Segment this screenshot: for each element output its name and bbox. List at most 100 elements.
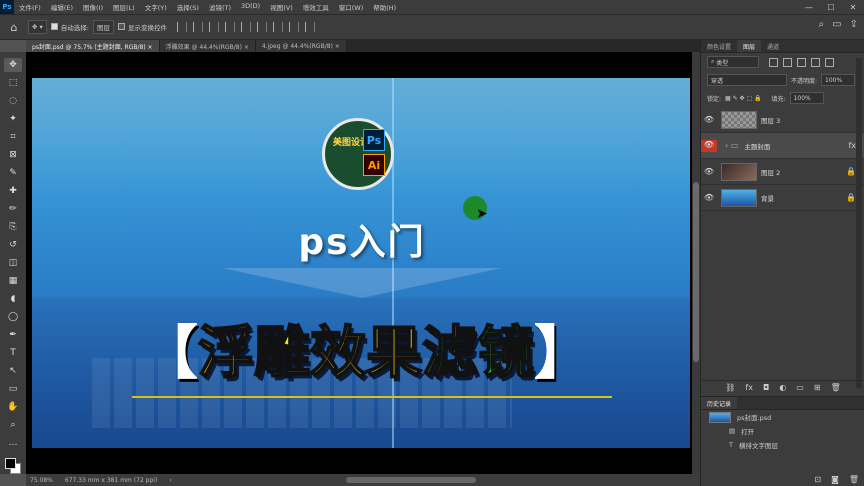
menu-item[interactable]: 选择(S) [172, 2, 204, 12]
menu-item[interactable]: 3D(D) [236, 2, 265, 12]
menu-item[interactable]: 增效工具 [298, 2, 334, 12]
workspace-icon[interactable]: ▭ [832, 19, 841, 30]
eye-icon[interactable]: 👁 [701, 193, 717, 202]
close-button[interactable]: ✕ [842, 0, 864, 14]
blur-icon[interactable]: ◖ [4, 292, 22, 306]
document-tab[interactable]: 4.jpeg @ 44.4%(RGB/8) × [255, 40, 347, 52]
menu-item[interactable]: 文件(F) [14, 2, 46, 12]
align-right-icon[interactable] [208, 22, 219, 32]
share-icon[interactable]: ⇪ [850, 19, 858, 30]
fx-icon[interactable]: fx [745, 383, 753, 392]
shape-icon[interactable]: ▭ [4, 382, 22, 396]
adjustment-filter-icon[interactable] [783, 57, 792, 67]
distribute-icon[interactable] [224, 22, 235, 32]
lasso-icon[interactable]: ◌ [4, 94, 22, 108]
dodge-icon[interactable]: ◯ [4, 310, 22, 324]
scrollbar-thumb[interactable] [693, 182, 699, 362]
eye-icon[interactable]: 👁 [701, 167, 717, 176]
distribute-vertical-icon[interactable] [288, 22, 299, 32]
menu-item[interactable]: 图层(L) [108, 2, 140, 12]
layer-kind-filter[interactable]: ⌕ 类型 [707, 56, 759, 68]
layer-row[interactable]: 👁 图层 2 🔒 [701, 159, 864, 185]
opacity-field[interactable]: 100% [821, 74, 856, 86]
search-icon[interactable]: ⌕ [819, 19, 825, 30]
canvas-vertical-scrollbar[interactable] [692, 52, 700, 474]
align-center-icon[interactable] [192, 22, 203, 32]
layer-name[interactable]: 图层 2 [761, 167, 780, 177]
more-icon[interactable]: … [4, 436, 22, 450]
path-select-icon[interactable]: ↖ [4, 364, 22, 378]
move-icon[interactable]: ✥ [4, 58, 22, 72]
layer-row[interactable]: 👁 图层 3 [701, 107, 864, 133]
blend-mode-dropdown[interactable]: 穿透 [707, 74, 787, 86]
layer-name[interactable]: 主题封面 [744, 141, 770, 151]
zoom-level[interactable]: 75.08% [30, 477, 53, 484]
frame-icon[interactable]: ⊠ [4, 148, 22, 162]
history-item[interactable]: ps封面.psd [701, 410, 864, 424]
magic-wand-icon[interactable]: ✦ [4, 112, 22, 126]
panel-tab[interactable]: 图层 [737, 40, 762, 52]
trash-icon[interactable]: 🗑 [849, 475, 859, 484]
history-item[interactable]: ▤ 打开 [701, 424, 864, 438]
menu-item[interactable]: 文字(Y) [140, 2, 172, 12]
marquee-icon[interactable]: ⬚ [4, 76, 22, 90]
menu-item[interactable]: 滤镜(T) [204, 2, 236, 12]
document-tab[interactable]: 浮雕效果 @ 44.4%(RGB/8) × [159, 40, 256, 52]
mask-icon[interactable]: ◘ [763, 383, 769, 392]
align-top-icon[interactable] [240, 22, 251, 32]
crop-icon[interactable]: ⌗ [4, 130, 22, 144]
minimize-button[interactable]: — [798, 0, 820, 14]
history-item[interactable]: T 横排文字图层 [701, 438, 864, 452]
eye-icon[interactable]: 👁 [701, 139, 717, 152]
align-middle-icon[interactable] [256, 22, 267, 32]
document-tab[interactable]: ps封面.psd @ 75.7% (主题封面, RGB/8) × [26, 40, 160, 52]
status-arrow-icon[interactable]: › [169, 477, 171, 484]
camera-icon[interactable]: ◙ [831, 475, 839, 484]
clone-stamp-icon[interactable]: ⎘ [4, 220, 22, 234]
layer-name[interactable]: 背景 [761, 193, 774, 203]
align-bottom-icon[interactable] [272, 22, 283, 32]
gradient-icon[interactable]: ▦ [4, 274, 22, 288]
layer-name[interactable]: 图层 3 [761, 115, 780, 125]
menu-item[interactable]: 编辑(E) [46, 2, 78, 12]
zoom-icon[interactable]: ⌕ [4, 418, 22, 432]
canvas-horizontal-scrollbar[interactable] [346, 477, 476, 483]
layer-row[interactable]: 👁 › ▭ 主题封面 fx [701, 133, 864, 159]
document-canvas[interactable]: 美图设计 Ps Ai ➤ ps入门 【 浮雕效果滤镜 】 [32, 78, 690, 448]
history-brush-icon[interactable]: ↺ [4, 238, 22, 252]
align-left-icon[interactable] [176, 22, 187, 32]
panel-tab[interactable]: 颜色设置 [701, 40, 737, 52]
move-tool-preset[interactable]: ✥ ▾ [28, 20, 47, 34]
layer-select-dropdown[interactable]: 图层 [92, 20, 114, 34]
shape-filter-icon[interactable] [811, 57, 820, 67]
menu-item[interactable]: 帮助(H) [368, 2, 401, 12]
hand-icon[interactable]: ✋ [4, 400, 22, 414]
pen-icon[interactable]: ✒ [4, 328, 22, 342]
lock-icons[interactable]: ▦ ✎ ✥ ⬚ 🔒 [725, 95, 762, 102]
adjustment-icon[interactable]: ◐ [779, 383, 786, 392]
panel-scrollbar[interactable] [856, 58, 862, 388]
smart-filter-icon[interactable] [825, 57, 834, 67]
link-icon[interactable]: ⛓ [725, 383, 735, 392]
pixel-filter-icon[interactable] [769, 57, 778, 67]
foreground-color-swatch[interactable] [5, 458, 16, 469]
menu-item[interactable]: 窗口(W) [334, 2, 369, 12]
folder-icon[interactable]: ▭ [796, 383, 804, 392]
type-icon[interactable]: T [4, 346, 22, 360]
auto-select-checkbox[interactable]: 自动选择: [50, 22, 89, 32]
panel-tab[interactable]: 通道 [761, 40, 785, 52]
eye-icon[interactable]: 👁 [701, 115, 717, 124]
brush-icon[interactable]: ✏ [4, 202, 22, 216]
maximize-button[interactable]: ☐ [820, 0, 842, 14]
eraser-icon[interactable]: ◫ [4, 256, 22, 270]
menu-item[interactable]: 视图(V) [265, 2, 298, 12]
snapshot-icon[interactable]: ⊡ [814, 475, 821, 484]
panel-tab[interactable]: 历史记录 [701, 397, 738, 409]
healing-icon[interactable]: ✚ [4, 184, 22, 198]
trash-icon[interactable]: 🗑 [831, 383, 841, 392]
fill-field[interactable]: 100% [789, 92, 824, 104]
type-filter-icon[interactable] [797, 57, 806, 67]
new-layer-icon[interactable]: ⊞ [814, 383, 821, 392]
eyedropper-icon[interactable]: ✎ [4, 166, 22, 180]
layer-row[interactable]: 👁 背景 🔒 [701, 185, 864, 211]
